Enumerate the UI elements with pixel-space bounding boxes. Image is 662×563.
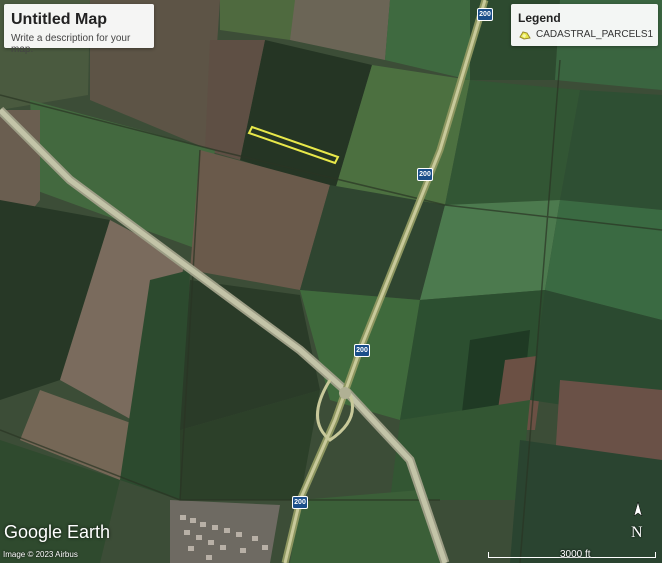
legend-title: Legend	[518, 11, 561, 25]
road-shield: 200	[354, 344, 370, 357]
scale-bar: 3000 ft	[488, 547, 656, 561]
polygon-layer-icon	[519, 30, 531, 40]
image-attribution: Image © 2023 Airbus	[3, 550, 78, 559]
google-earth-logo: Google Earth	[4, 522, 111, 542]
map-title-panel[interactable]: Untitled Map Write a description for you…	[4, 4, 154, 55]
road-shield: 200	[292, 496, 308, 509]
legend-item-label: CADASTRAL_PARCELS1	[536, 29, 654, 40]
scale-label: 3000 ft	[560, 549, 591, 560]
satellite-map[interactable]	[0, 0, 662, 563]
map-title[interactable]: Untitled Map	[11, 11, 107, 29]
road-shield: 200	[477, 8, 493, 21]
north-label: N	[631, 524, 643, 541]
legend-item[interactable]: CADASTRAL_PARCELS1	[519, 29, 653, 40]
map-description[interactable]: Write a description for your map.	[11, 33, 154, 55]
road-shield: 200	[417, 168, 433, 181]
legend-panel[interactable]: Legend CADASTRAL_PARCELS1	[511, 4, 658, 46]
